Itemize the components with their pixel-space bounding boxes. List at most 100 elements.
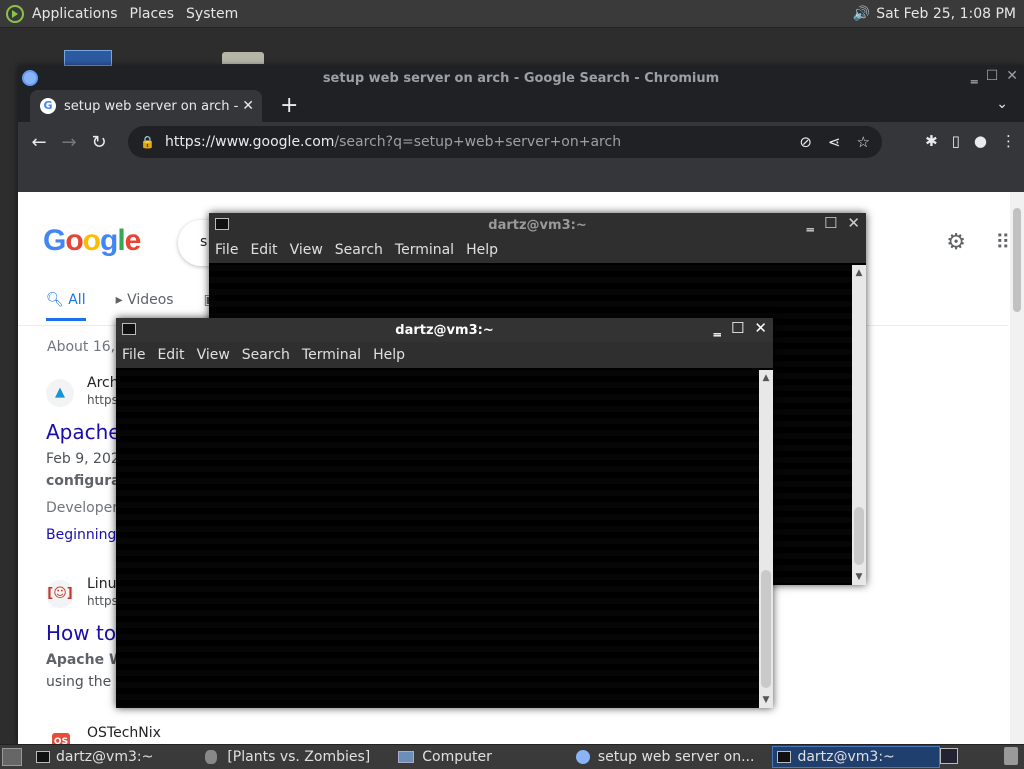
taskbar-item-plants-vs-zombies[interactable]: [Plants vs. Zombies] <box>201 746 374 768</box>
menu-system[interactable]: System <box>186 6 238 22</box>
tab-videos-label: Videos <box>127 292 174 308</box>
chromium-titlebar[interactable]: setup web server on arch - Google Search… <box>18 66 1024 90</box>
game-icon <box>205 750 218 764</box>
mint-logo-icon[interactable] <box>6 4 24 23</box>
speaker-icon[interactable]: 🔊 <box>853 6 870 22</box>
terminal-icon <box>122 323 136 335</box>
terminal-menubar: File Edit View Search Terminal Help <box>116 342 773 368</box>
url-path: /search?q=setup+web+server+on+arch <box>334 134 622 150</box>
menu-help[interactable]: Help <box>373 347 405 363</box>
side-panel-icon[interactable]: ▯ <box>952 132 960 150</box>
show-desktop-icon[interactable] <box>2 748 22 766</box>
close-icon[interactable]: ✕ <box>1006 68 1018 84</box>
menu-file[interactable]: File <box>215 242 238 258</box>
gear-icon[interactable]: ⚙ <box>946 230 966 255</box>
reload-button[interactable]: ↻ <box>84 132 114 153</box>
minimize-icon[interactable]: ‗ <box>971 68 978 84</box>
menu-applications[interactable]: Applications <box>32 6 118 22</box>
page-scrollbar[interactable] <box>1010 192 1024 744</box>
extensions-icon[interactable]: ✱ <box>925 132 938 150</box>
new-tab-button[interactable]: + <box>280 93 298 118</box>
scroll-down-icon[interactable]: ▼ <box>759 694 773 706</box>
taskbar: dartz@vm3:~ [Plants vs. Zombies] Compute… <box>0 744 1024 769</box>
apps-grid-icon[interactable]: ⠿ <box>995 230 1010 254</box>
tab-search-chevron-icon[interactable]: ⌄ <box>996 96 1008 112</box>
menu-edit[interactable]: Edit <box>250 242 277 258</box>
scroll-down-icon[interactable]: ▼ <box>852 571 866 583</box>
terminal-title: dartz@vm3:~ <box>488 217 587 233</box>
url-host: https://www.google.com <box>164 134 335 150</box>
result-title[interactable]: Apache <box>46 420 121 444</box>
computer-icon <box>398 751 415 763</box>
chromium-icon <box>575 750 590 764</box>
menu-edit[interactable]: Edit <box>157 347 184 363</box>
taskbar-item-chromium[interactable]: setup web server on... <box>572 746 759 768</box>
bookmark-star-icon[interactable]: ☆ <box>857 133 870 151</box>
result-site[interactable]: Arch <box>87 375 119 391</box>
taskbar-item-terminal[interactable]: dartz@vm3:~ <box>32 746 157 768</box>
close-icon[interactable]: ✕ <box>847 214 860 232</box>
scrollbar-thumb[interactable] <box>854 507 864 565</box>
trash-icon[interactable] <box>1004 747 1018 765</box>
result-title[interactable]: How to <box>46 621 116 645</box>
top-panel: Applications Places System 🔊 Sat Feb 25,… <box>0 0 1024 28</box>
maximize-icon[interactable]: ☐ <box>986 68 999 84</box>
google-logo[interactable]: Google <box>43 224 141 258</box>
menu-terminal[interactable]: Terminal <box>395 242 454 258</box>
taskbar-label: dartz@vm3:~ <box>797 749 895 765</box>
chromium-icon <box>22 70 38 86</box>
profile-avatar-icon[interactable]: ● <box>974 132 987 150</box>
scrollbar-thumb[interactable] <box>761 570 771 688</box>
play-icon: ▸ <box>115 292 123 308</box>
menu-view[interactable]: View <box>197 347 230 363</box>
tab-all[interactable]: 🔍︎ All <box>46 292 86 321</box>
scroll-up-icon[interactable]: ▲ <box>759 372 773 384</box>
taskbar-item-terminal-active[interactable]: dartz@vm3:~ <box>772 746 941 768</box>
monitor-desktop-icon[interactable] <box>64 50 112 66</box>
result-sitelink[interactable]: Beginning <box>46 527 116 543</box>
taskbar-label: setup web server on... <box>597 749 755 765</box>
menu-file[interactable]: File <box>122 347 145 363</box>
terminal-icon <box>36 751 50 763</box>
panel-clock[interactable]: Sat Feb 25, 1:08 PM <box>876 6 1016 22</box>
minimize-icon[interactable]: ‗ <box>713 319 721 337</box>
tab-close-icon[interactable]: ✕ <box>242 98 254 114</box>
forward-button[interactable]: → <box>54 132 84 153</box>
terminal-window-front[interactable]: dartz@vm3:~ ‗ ☐ ✕ File Edit View Search … <box>116 318 773 708</box>
result-site[interactable]: OSTechNix <box>87 725 161 741</box>
panel-tray: 🔊 Sat Feb 25, 1:08 PM <box>853 0 1016 27</box>
eye-off-icon[interactable]: ⊘ <box>799 133 812 151</box>
minimize-icon[interactable]: ‗ <box>806 214 814 232</box>
url-text: https://www.google.com/search?q=setup+we… <box>165 134 621 150</box>
lock-icon[interactable]: 🔒 <box>140 135 155 149</box>
close-icon[interactable]: ✕ <box>754 319 767 337</box>
address-bar[interactable]: 🔒 https://www.google.com/search?q=setup+… <box>128 126 882 158</box>
terminal-text-area <box>116 370 759 708</box>
back-button[interactable]: ← <box>24 132 54 153</box>
terminal-scrollbar[interactable]: ▲ ▼ <box>852 265 866 585</box>
menu-view[interactable]: View <box>290 242 323 258</box>
tab-google-search[interactable]: G setup web server on arch - Google Sear… <box>30 90 262 122</box>
tab-all-label: All <box>68 292 86 308</box>
menu-help[interactable]: Help <box>466 242 498 258</box>
maximize-icon[interactable]: ☐ <box>824 214 837 232</box>
menu-terminal[interactable]: Terminal <box>302 347 361 363</box>
scrollbar-thumb[interactable] <box>1013 208 1021 312</box>
share-icon[interactable]: ⋖ <box>828 133 841 151</box>
terminal-menubar: File Edit View Search Terminal Help <box>209 237 866 263</box>
terminal-titlebar[interactable]: dartz@vm3:~ ‗ ☐ ✕ <box>116 318 773 342</box>
maximize-icon[interactable]: ☐ <box>731 319 744 337</box>
terminal-titlebar[interactable]: dartz@vm3:~ ‗ ☐ ✕ <box>209 213 866 237</box>
tab-videos[interactable]: ▸ Videos <box>116 292 174 321</box>
menu-search[interactable]: Search <box>335 242 383 258</box>
menu-search[interactable]: Search <box>242 347 290 363</box>
terminal-output[interactable] <box>116 370 759 708</box>
chrome-menu-icon[interactable]: ⋮ <box>1001 132 1016 150</box>
folder-desktop-icon[interactable] <box>222 52 264 64</box>
workspace-switcher-icon[interactable] <box>940 748 958 764</box>
terminal-scrollbar[interactable]: ▲ ▼ <box>759 370 773 708</box>
menu-places[interactable]: Places <box>130 6 175 22</box>
scroll-up-icon[interactable]: ▲ <box>852 267 866 279</box>
taskbar-item-computer[interactable]: Computer <box>394 746 496 768</box>
search-box-text: s <box>200 234 208 250</box>
